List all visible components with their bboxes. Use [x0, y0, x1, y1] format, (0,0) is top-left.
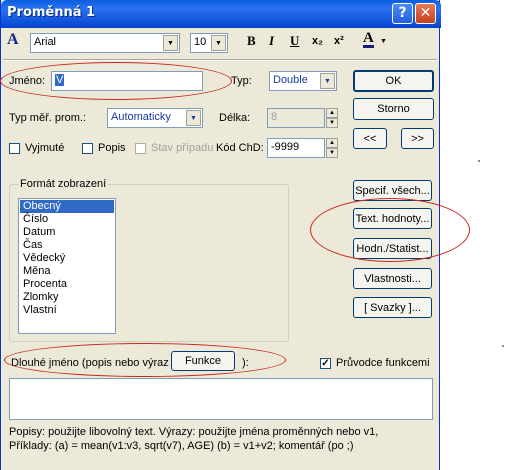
next-button[interactable]: >> — [401, 128, 434, 149]
list-item[interactable]: Obecný — [20, 200, 114, 213]
chevron-down-icon[interactable]: ▼ — [186, 110, 201, 126]
excluded-label: Vyjmuté — [25, 142, 65, 154]
length-spin-up[interactable]: ▲ — [326, 108, 338, 118]
long-name-label: Dlouhé jméno (popis nebo výraz — [11, 357, 169, 369]
list-item[interactable]: Číslo — [20, 213, 114, 226]
window-title: Proměnná 1 — [7, 5, 96, 20]
md-code-spin-down[interactable]: ▼ — [326, 148, 338, 158]
help-text-line-1: Popisy: použijte libovolný text. Výrazy:… — [9, 426, 379, 438]
name-input[interactable]: V — [51, 71, 203, 91]
case-state-label: Stav případu — [151, 142, 214, 154]
measure-type-value: Automaticky — [111, 111, 171, 123]
title-bar[interactable]: Proměnná 1 ? ✕ — [1, 0, 441, 28]
length-label: Délka: — [219, 112, 251, 124]
measure-type-label: Typ měř. prom.: — [9, 112, 87, 124]
superscript-button[interactable]: x² — [334, 35, 344, 47]
long-name-input[interactable] — [9, 378, 433, 420]
measure-type-select[interactable]: Automaticky ▼ — [107, 108, 203, 128]
cancel-button[interactable]: Storno — [353, 98, 434, 120]
specify-all-button[interactable]: Specif. všech... — [353, 180, 432, 201]
long-name-label-close: ): — [242, 357, 249, 369]
font-size-select[interactable]: 10 ▼ — [190, 33, 228, 53]
md-code-input[interactable]: -9999 — [267, 138, 325, 158]
ok-button[interactable]: OK — [353, 70, 434, 92]
function-guide-checkbox[interactable]: ✓ — [320, 358, 331, 369]
chevron-down-icon[interactable]: ▼ — [320, 73, 335, 89]
dialog-window: Proměnná 1 ? ✕ A Arial ▼ 10 ▼ B I U x₂ x… — [0, 0, 441, 470]
md-code-spin-up[interactable]: ▲ — [326, 138, 338, 148]
properties-button[interactable]: Vlastnosti... — [353, 268, 432, 289]
close-button[interactable]: ✕ — [415, 3, 436, 24]
functions-button[interactable]: Funkce — [171, 351, 235, 371]
font-name-value: Arial — [34, 36, 57, 48]
underline-button[interactable]: U — [290, 33, 299, 49]
name-value: V — [55, 74, 65, 86]
name-label: Jméno: — [9, 75, 46, 87]
case-state-checkbox[interactable] — [135, 143, 146, 154]
bold-button[interactable]: B — [247, 33, 256, 49]
md-code-value: -9999 — [271, 141, 300, 153]
function-guide-label: Průvodce funkcemi — [336, 357, 430, 369]
description-checkbox[interactable] — [82, 143, 93, 154]
chevron-down-icon[interactable]: ▼ — [163, 35, 178, 51]
font-icon[interactable]: A — [7, 31, 19, 49]
font-name-select[interactable]: Arial ▼ — [30, 33, 180, 53]
subscript-button[interactable]: x₂ — [312, 35, 323, 47]
list-item[interactable]: Datum — [20, 226, 114, 239]
text-values-button[interactable]: Text. hodnoty... — [353, 208, 432, 229]
stray-dot — [502, 345, 504, 347]
chevron-down-icon[interactable]: ▼ — [211, 35, 226, 51]
italic-button[interactable]: I — [269, 33, 274, 49]
list-item[interactable]: Vlastní — [20, 304, 114, 317]
links-button[interactable]: [ Svazky ]... — [353, 297, 432, 318]
chevron-down-icon[interactable]: ▼ — [380, 38, 387, 45]
values-stats-button[interactable]: Hodn./Statist... — [353, 238, 432, 259]
toolbar-divider — [3, 59, 437, 61]
description-label: Popis — [98, 142, 126, 154]
help-text-line-2: Příklady: (a) = mean(v1:v3, sqrt(v7), AG… — [9, 440, 354, 452]
list-item[interactable]: Měna — [20, 265, 114, 278]
excluded-checkbox[interactable] — [9, 143, 20, 154]
type-label: Typ: — [231, 75, 252, 87]
type-value: Double — [273, 74, 308, 86]
font-color-icon[interactable]: A — [363, 31, 374, 48]
list-item[interactable]: Zlomky — [20, 291, 114, 304]
help-button[interactable]: ? — [392, 3, 413, 24]
length-input[interactable]: 8 — [267, 108, 325, 128]
format-group-label: Formát zobrazení — [18, 178, 109, 190]
length-value: 8 — [271, 111, 278, 123]
font-size-value: 10 — [194, 36, 207, 48]
format-listbox[interactable]: Obecný Číslo Datum Čas Vědecký Měna Proc… — [18, 198, 116, 334]
list-item[interactable]: Vědecký — [20, 252, 114, 265]
list-item[interactable]: Čas — [20, 239, 114, 252]
stray-dot — [478, 160, 480, 162]
previous-button[interactable]: << — [353, 128, 387, 149]
length-spin-down[interactable]: ▼ — [326, 118, 338, 128]
type-select[interactable]: Double ▼ — [269, 71, 337, 91]
list-item[interactable]: Procenta — [20, 278, 114, 291]
md-code-label: Kód ChD: — [216, 142, 264, 154]
